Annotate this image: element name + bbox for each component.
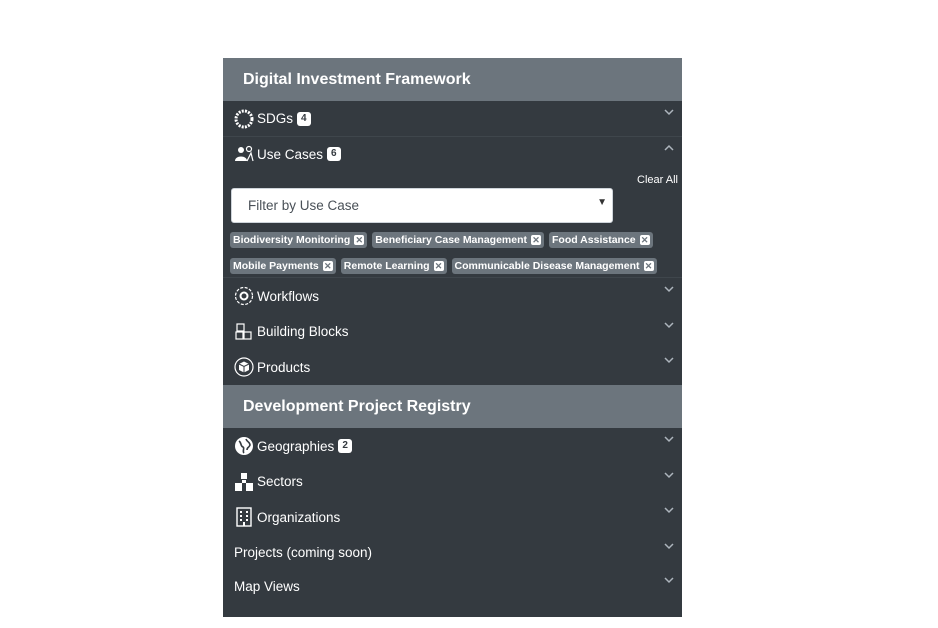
use-case-filter-select[interactable]: Filter by Use Case ▼ <box>231 188 613 223</box>
use-case-tags: Biodiversity Monitoring ✕ Beneficiary Case… <box>230 230 670 282</box>
building-icon <box>234 507 254 527</box>
tag-beneficiary-case-management: Beneficiary Case Management ✕ <box>372 232 544 248</box>
geographies-label: Geographies <box>257 438 335 454</box>
remove-tag-icon[interactable]: ✕ <box>322 261 333 271</box>
tag-mobile-payments: Mobile Payments ✕ <box>230 258 336 274</box>
clear-all-link[interactable]: Clear All <box>637 174 678 186</box>
cubes-icon <box>234 322 254 342</box>
chevron-down-icon[interactable] <box>664 434 674 443</box>
dpr-header: Development Project Registry <box>223 385 682 428</box>
projects-label: Projects (coming soon) <box>234 544 373 560</box>
remove-tag-icon[interactable]: ✕ <box>433 261 444 271</box>
map-views-label: Map Views <box>234 578 300 594</box>
tag-food-assistance: Food Assistance ✕ <box>549 232 653 248</box>
chevron-down-icon[interactable] <box>664 107 674 116</box>
sectors-blocks-icon <box>234 472 254 492</box>
building-blocks-label: Building Blocks <box>257 324 349 339</box>
building-blocks-item[interactable]: Building Blocks <box>223 314 682 349</box>
tag-communicable-disease-management: Communicable Disease Management ✕ <box>451 258 657 274</box>
use-cases-count-badge: 6 <box>327 147 341 161</box>
workflow-gear-icon <box>234 286 254 306</box>
sdgs-label: SDGs <box>257 111 294 126</box>
products-item[interactable]: Products <box>223 349 682 385</box>
chevron-down-icon[interactable] <box>664 541 674 550</box>
caret-down-icon: ▼ <box>597 197 607 208</box>
chevron-down-icon[interactable] <box>664 575 674 584</box>
dpr-title: Development Project Registry <box>243 397 471 415</box>
dif-lower-items: Workflows Building Blocks Products Devel… <box>223 277 682 603</box>
chevron-down-icon[interactable] <box>664 320 674 329</box>
map-views-item[interactable]: Map Views <box>223 569 682 603</box>
use-cases-item[interactable]: Use Cases 6 <box>223 137 682 171</box>
geographies-item[interactable]: Geographies 2 <box>223 428 682 464</box>
sdg-wheel-icon <box>234 109 254 129</box>
chevron-down-icon[interactable] <box>664 284 674 293</box>
use-cases-label: Use Cases <box>257 146 324 162</box>
remove-tag-icon[interactable]: ✕ <box>531 235 541 245</box>
globe-icon <box>234 436 254 456</box>
tag-remote-learning: Remote Learning ✕ <box>340 258 447 274</box>
remove-tag-icon[interactable]: ✕ <box>354 235 365 245</box>
organizations-item[interactable]: Organizations <box>223 499 682 535</box>
remove-tag-icon[interactable]: ✕ <box>639 235 650 245</box>
sdgs-item[interactable]: SDGs 4 <box>223 101 682 137</box>
remove-tag-icon[interactable]: ✕ <box>643 261 654 271</box>
product-box-icon <box>234 357 254 377</box>
dif-title: Digital Investment Framework <box>243 70 471 88</box>
sectors-label: Sectors <box>257 474 303 489</box>
products-label: Products <box>257 359 311 375</box>
users-icon <box>234 144 254 164</box>
tag-biodiversity-monitoring: Biodiversity Monitoring ✕ <box>230 232 368 248</box>
workflows-label: Workflows <box>257 288 320 304</box>
filter-placeholder: Filter by Use Case <box>248 198 360 213</box>
sectors-item[interactable]: Sectors <box>223 464 682 499</box>
chevron-down-icon[interactable] <box>664 355 674 364</box>
filter-panel: Digital Investment Framework SDGs 4 Use … <box>223 58 682 617</box>
chevron-up-icon[interactable] <box>664 143 674 151</box>
organizations-label: Organizations <box>257 509 341 525</box>
chevron-down-icon[interactable] <box>664 470 674 479</box>
sdgs-count-badge: 4 <box>297 111 311 126</box>
dif-header: Digital Investment Framework <box>223 58 682 101</box>
projects-item[interactable]: Projects (coming soon) <box>223 535 682 569</box>
chevron-down-icon[interactable] <box>664 505 674 514</box>
workflows-item[interactable]: Workflows <box>223 278 682 314</box>
geographies-count-badge: 2 <box>338 439 352 453</box>
